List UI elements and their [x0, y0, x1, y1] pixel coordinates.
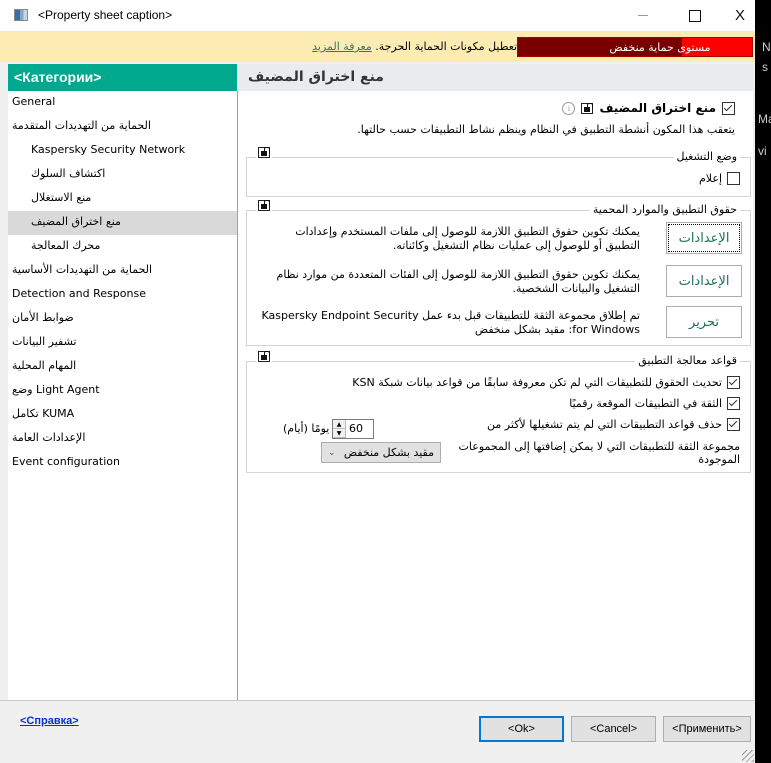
app-rules-group: قواعد معالجة التطبيق تحديث الحقوق للتطبي…	[246, 351, 751, 473]
info-icon[interactable]: i	[562, 101, 576, 115]
property-sheet-window: <Property sheet caption> X تم تعطيل مكون…	[0, 0, 755, 763]
user-files-settings-description: يمكنك تكوين حقوق التطبيق اللازمة للوصول …	[295, 225, 640, 252]
cancel-button[interactable]: <Cancel>	[571, 716, 656, 742]
days-stepper[interactable]: ▲ ▼ 60	[332, 419, 374, 439]
alert-message-container: تم تعطيل مكونات الحماية الحرجة. معرفة ال…	[312, 40, 531, 53]
background-text: vi	[758, 144, 767, 158]
trust-group-selected: مقيد بشكل منخفض	[343, 446, 434, 459]
trust-group-label: مجموعة الثقة للتطبيقات التي لا يمكن إضاف…	[458, 440, 740, 466]
spin-down-icon[interactable]: ▼	[333, 429, 345, 438]
background-text: Ma	[758, 112, 771, 126]
sidebar-item-local-tasks[interactable]: المهام المحلية	[8, 355, 237, 379]
lock-icon	[258, 200, 270, 211]
trust-group-edit-button[interactable]: تحرير	[666, 306, 742, 338]
page-title-bar: منع اختراق المضيف	[238, 64, 753, 91]
maximize-button[interactable]	[672, 0, 718, 31]
sidebar-item-behavior-detection[interactable]: اكتشاف السلوك	[8, 163, 237, 187]
sidebar-item-light-agent-mode[interactable]: وضع Light Agent	[8, 379, 237, 403]
delete-rules-checkbox[interactable]	[727, 418, 740, 431]
sidebar-item-general[interactable]: General	[8, 91, 237, 115]
spin-up-icon[interactable]: ▲	[333, 420, 345, 429]
days-stepper-arrows: ▲ ▼	[333, 420, 346, 438]
app-rules-title: قواعد معالجة التطبيق	[635, 354, 740, 367]
content-panel: منع اختراق المضيف i يتعقب هذا المكون أنش…	[238, 91, 753, 700]
alert-message: تم تعطيل مكونات الحماية الحرجة.	[375, 40, 531, 53]
os-resources-settings-button[interactable]: الإعدادات	[666, 265, 742, 297]
trust-group-dropdown[interactable]: مقيد بشكل منخفض ⌄	[321, 442, 441, 463]
footer-separator	[0, 700, 755, 701]
sidebar-item-essential-threat-protection[interactable]: الحماية من التهديدات الأساسية	[8, 259, 237, 283]
sidebar-item-advanced-threat-protection[interactable]: الحماية من التهديدات المتقدمة	[8, 115, 237, 139]
sidebar-item-detection-response[interactable]: Detection and Response	[8, 283, 237, 307]
days-value[interactable]: 60	[346, 420, 373, 438]
background-text: s	[762, 60, 768, 74]
sidebar-item-data-encryption[interactable]: تشفير البيانات	[8, 331, 237, 355]
lock-icon	[258, 351, 270, 362]
sidebar-item-remediation-engine[interactable]: محرك المعالجة	[8, 235, 237, 259]
app-rights-title: حقوق التطبيق والموارد المحمية	[589, 203, 740, 216]
host-intrusion-prevention-checkbox[interactable]	[722, 101, 735, 115]
ksn-update-label: تحديث الحقوق للتطبيقات التي لم تكن معروف…	[352, 376, 722, 389]
user-files-settings-button[interactable]: الإعدادات	[666, 222, 742, 254]
sidebar-item-host-intrusion-prevention[interactable]: منع اختراق المضيف	[8, 211, 237, 235]
operation-mode-group: وضع التشغيل إعلام	[246, 147, 751, 197]
trust-signed-checkbox[interactable]	[727, 397, 740, 410]
os-resources-settings-description: يمكنك تكوين حقوق التطبيق اللازمة للوصول …	[276, 268, 640, 295]
main-toggle-row: منع اختراق المضيف i	[562, 101, 735, 115]
sidebar-item-general-settings[interactable]: الإعدادات العامة	[8, 427, 237, 451]
lock-icon[interactable]	[581, 102, 594, 114]
days-unit-label: يومًا (أيام)	[283, 422, 330, 435]
lock-icon	[258, 147, 270, 158]
app-rights-lock[interactable]	[256, 200, 272, 211]
minimize-icon	[638, 15, 648, 16]
delete-rules-label: حذف قواعد التطبيقات التي لم يتم تشغيلها …	[487, 418, 722, 431]
notify-checkbox[interactable]	[727, 172, 740, 185]
sidebar-item-ksn[interactable]: Kaspersky Security Network	[8, 139, 237, 163]
minimize-button[interactable]	[620, 0, 666, 31]
delete-rules-row: حذف قواعد التطبيقات التي لم يتم تشغيلها …	[487, 418, 740, 431]
app-rules-lock[interactable]	[256, 351, 272, 362]
ksn-update-checkbox[interactable]	[727, 376, 740, 389]
sidebar-item-exploit-prevention[interactable]: منع الاستغلال	[8, 187, 237, 211]
operation-mode-lock[interactable]	[256, 147, 272, 158]
close-icon: X	[734, 7, 745, 24]
trust-signed-row: الثقة في التطبيقات الموقعة رقميًا	[569, 397, 740, 410]
sidebar-item-event-configuration[interactable]: Event configuration	[8, 451, 237, 475]
ksn-update-row: تحديث الحقوق للتطبيقات التي لم تكن معروف…	[352, 376, 740, 389]
resize-grip[interactable]	[742, 750, 754, 762]
app-rights-group: حقوق التطبيق والموارد المحمية الإعدادات …	[246, 200, 751, 346]
apply-button[interactable]: <Применить>	[663, 716, 751, 742]
trust-signed-label: الثقة في التطبيقات الموقعة رقميًا	[569, 397, 722, 410]
ok-button[interactable]: <Ok>	[479, 716, 564, 742]
categories-sidebar: General الحماية من التهديدات المتقدمة Ka…	[8, 91, 238, 700]
app-icon	[14, 9, 28, 21]
maximize-icon	[689, 9, 701, 22]
trust-group-description: تم إطلاق مجموعة الثقة للتطبيقات قبل بدء …	[261, 309, 640, 336]
component-description: يتعقب هذا المكون أنشطة التطبيق في النظام…	[357, 123, 735, 136]
learn-more-link[interactable]: معرفة المزيد	[312, 40, 372, 53]
title-bar: <Property sheet caption> X	[0, 0, 755, 31]
main-toggle-label: منع اختراق المضيف	[599, 101, 716, 115]
notify-row: إعلام	[699, 172, 740, 185]
sidebar-item-security-controls[interactable]: ضوابط الأمان	[8, 307, 237, 331]
chevron-down-icon: ⌄	[328, 447, 336, 458]
protection-level-label: مستوى حماية منخفض	[609, 41, 711, 54]
close-button[interactable]: X	[717, 0, 763, 31]
help-link[interactable]: <Справка>	[20, 715, 79, 727]
protection-level-indicator: مستوى حماية منخفض	[517, 37, 753, 57]
sidebar-item-kuma-integration[interactable]: تكامل KUMA	[8, 403, 237, 427]
background-text: N	[762, 40, 771, 54]
window-title: <Property sheet caption>	[38, 8, 173, 22]
categories-header: <Категории>	[8, 64, 237, 91]
notify-label: إعلام	[699, 172, 722, 185]
operation-mode-title: وضع التشغيل	[673, 150, 740, 163]
page-title: منع اختراق المضيف	[248, 69, 384, 85]
